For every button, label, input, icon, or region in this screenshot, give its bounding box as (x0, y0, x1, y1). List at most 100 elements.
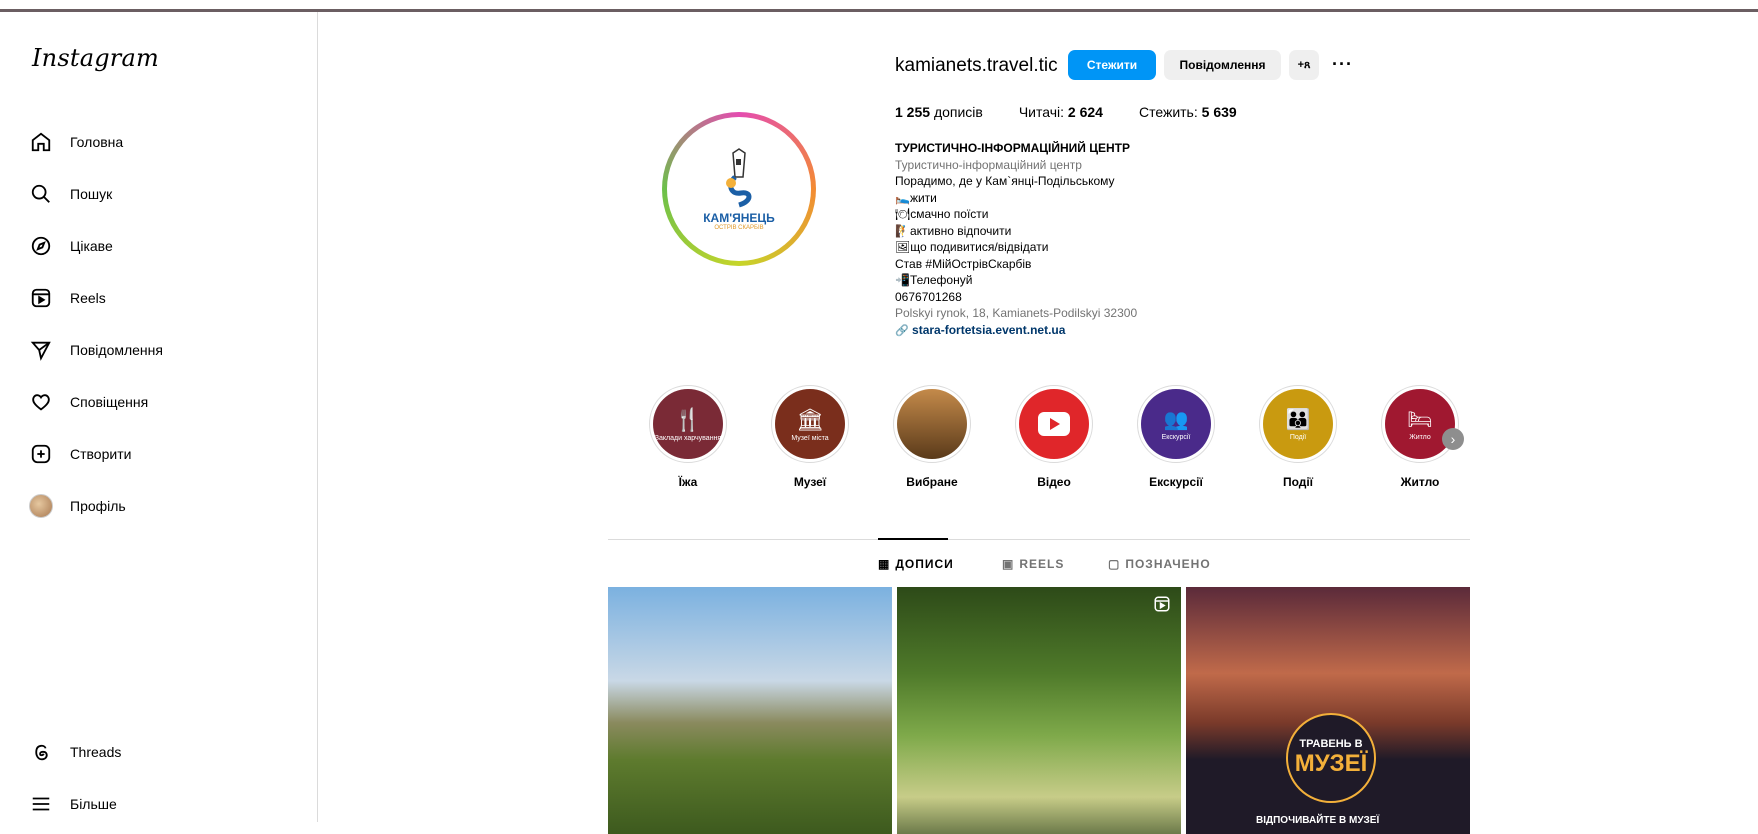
museum-icon: 🏛 (796, 406, 824, 432)
post-tile[interactable] (608, 587, 892, 834)
bio-link[interactable]: stara-fortetsia.event.net.ua (912, 323, 1065, 337)
grid-icon: ▦ (878, 557, 891, 571)
reels-icon (1153, 595, 1171, 618)
profile-bio: ТУРИСТИЧНО-ІНФОРМАЦІЙНИЙ ЦЕНТР Туристичн… (895, 140, 1137, 339)
sidebar-item-search[interactable]: Пошук (28, 168, 163, 220)
bio-line: Став #МійОстрівСкарбів (895, 256, 1032, 271)
highlight-cover (1019, 389, 1089, 459)
suggest-users-button[interactable]: +ጸ (1289, 50, 1319, 80)
sidebar-item-label: Threads (70, 744, 122, 760)
people-icon: 👪 (1285, 409, 1311, 431)
link-icon: 🔗 (895, 324, 909, 337)
profile-avatar[interactable]: КАМ'ЯНЕЦЬ ОСТРІВ СКАРБІВ (662, 112, 816, 266)
group-icon: 👥 (1163, 409, 1189, 431)
sidebar-nav: Головна Пошук Цікаве Reels Повідомлення (28, 116, 163, 532)
highlight-label: Відео (1037, 475, 1071, 489)
sidebar-item-more[interactable]: Більше (28, 778, 121, 830)
sidebar-item-label: Reels (70, 290, 106, 306)
highlight-label: Екскурсії (1149, 475, 1203, 489)
instagram-logo[interactable]: Instagram (32, 44, 159, 72)
play-icon (1038, 412, 1070, 436)
reels-icon (28, 285, 54, 311)
highlight-cover: 🍴 Заклади харчування (653, 389, 723, 459)
tab-tagged[interactable]: ▢ ПОЗНАЧЕНО (1108, 557, 1211, 571)
sidebar-item-create[interactable]: Створити (28, 428, 163, 480)
tabs-divider (608, 539, 1470, 540)
highlight-cover: 🛏 Житло (1385, 389, 1455, 459)
bio-link-row[interactable]: 🔗 stara-fortetsia.event.net.ua (895, 322, 1137, 340)
sidebar-item-label: Повідомлення (70, 342, 163, 358)
search-icon (28, 181, 54, 207)
highlight-label: Музеї (793, 475, 827, 489)
sidebar-item-label: Більше (70, 796, 117, 812)
sidebar-item-label: Цікаве (70, 238, 113, 254)
highlight-label: Житло (1400, 475, 1440, 489)
menu-icon (28, 791, 54, 817)
tagged-icon: ▢ (1108, 557, 1121, 571)
home-icon (28, 129, 54, 155)
reels-icon: ▣ (1002, 557, 1015, 571)
avatar (28, 493, 54, 519)
plus-square-icon (28, 441, 54, 467)
sidebar-item-label: Пошук (70, 186, 113, 202)
sidebar-item-label: Сповіщення (70, 394, 149, 410)
chevron-right-icon[interactable]: › (1442, 428, 1464, 450)
heart-icon (28, 389, 54, 415)
sidebar-item-label: Створити (70, 446, 132, 462)
castle-logo-icon (726, 148, 752, 208)
sidebar-item-label: Профіль (70, 498, 126, 514)
avatar-brand-subtext: ОСТРІВ СКАРБІВ (714, 225, 764, 231)
sidebar-item-label: Головна (70, 134, 124, 150)
bed-icon: 🛏 (1407, 409, 1433, 431)
highlight-cover: 👪 Події (1263, 389, 1333, 459)
compass-icon (28, 233, 54, 259)
highlight-food[interactable]: 🍴 Заклади харчування Їжа (648, 385, 728, 489)
follow-button[interactable]: Стежити (1068, 50, 1156, 80)
sidebar-item-explore[interactable]: Цікаве (28, 220, 163, 272)
sidebar-item-reels[interactable]: Reels (28, 272, 163, 324)
highlight-cover: 🏛 Музеї міста (775, 389, 845, 459)
sidebar-item-home[interactable]: Головна (28, 116, 163, 168)
more-options-icon[interactable]: ··· (1332, 54, 1353, 75)
profile-username: kamianets.travel.tic (895, 55, 1058, 76)
sidebar-bottom: Threads Більше (28, 726, 121, 830)
profile-stats: 1 255 дописів Читачі: 2 624 Стежить: 5 6… (895, 104, 1237, 120)
highlight-video[interactable]: Відео (1014, 385, 1094, 489)
threads-icon (28, 739, 54, 765)
highlight-label: Події (1282, 475, 1314, 489)
highlight-cover (897, 389, 967, 459)
highlight-museums[interactable]: 🏛 Музеї міста Музеї (770, 385, 850, 489)
bio-line: 🍽смачно поїсти (895, 207, 989, 221)
following-stat[interactable]: Стежить: 5 639 (1139, 104, 1237, 120)
tab-reels[interactable]: ▣ REELS (1002, 557, 1064, 571)
bio-line: 🛌жити (895, 190, 937, 205)
post-tile[interactable] (897, 587, 1181, 834)
send-icon (28, 337, 54, 363)
profile-avatar-image: КАМ'ЯНЕЦЬ ОСТРІВ СКАРБІВ (667, 117, 811, 261)
sidebar-item-threads[interactable]: Threads (28, 726, 121, 778)
message-button[interactable]: Повідомлення (1164, 50, 1281, 80)
sidebar-item-notifications[interactable]: Сповіщення (28, 376, 163, 428)
posts-grid: ТРАВЕНЬ В МУЗЕЇ ВІДПОЧИВАЙТЕ В МУЗЕЇ (608, 587, 1470, 834)
bio-line: 📲Телефонуй (895, 273, 973, 287)
profile-main: КАМ'ЯНЕЦЬ ОСТРІВ СКАРБІВ kamianets.trave… (318, 12, 1758, 834)
bio-line: Порадимо, де у Кам`янці-Подільському (895, 174, 1115, 188)
sidebar: Instagram Головна Пошук Цікаве Reels Пов… (0, 12, 318, 822)
bio-category: Туристично-інформаційний центр (895, 157, 1082, 172)
tab-posts[interactable]: ▦ ДОПИСИ (878, 557, 954, 571)
highlight-label: Їжа (678, 475, 698, 489)
bio-address[interactable]: Polskyi rynok, 18, Kamianets-Podilskyi 3… (895, 305, 1137, 322)
fork-knife-icon: 🍴 (674, 406, 702, 432)
highlight-label: Вибране (906, 475, 958, 489)
sidebar-item-messages[interactable]: Повідомлення (28, 324, 163, 376)
sidebar-item-profile[interactable]: Профіль (28, 480, 163, 532)
post-museum-badge: ТРАВЕНЬ В МУЗЕЇ (1286, 713, 1376, 803)
bio-line: 🖼що подивитися/відвідати (895, 240, 1049, 254)
highlight-events[interactable]: 👪 Події Події (1258, 385, 1338, 489)
bio-line: 🧗активно відпочити (895, 223, 1012, 238)
followers-stat[interactable]: Читачі: 2 624 (1019, 104, 1103, 120)
post-tile[interactable]: ТРАВЕНЬ В МУЗЕЇ ВІДПОЧИВАЙТЕ В МУЗЕЇ (1186, 587, 1470, 834)
highlight-favorites[interactable]: Вибране (892, 385, 972, 489)
window-top-border (0, 0, 1758, 12)
highlight-excursions[interactable]: 👥 Екскурсії Екскурсії (1136, 385, 1216, 489)
